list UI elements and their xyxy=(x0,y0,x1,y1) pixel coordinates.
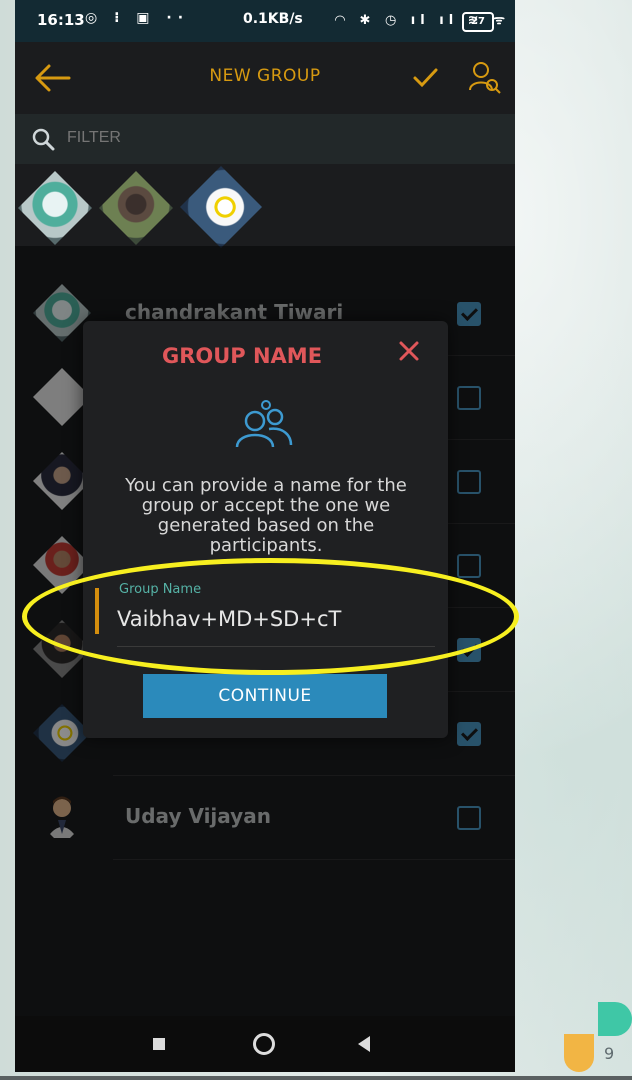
battery-icon: 27 xyxy=(462,12,494,32)
confirm-check-icon[interactable] xyxy=(410,62,440,92)
group-icon xyxy=(235,400,293,448)
app-header: NEW GROUP xyxy=(15,42,515,114)
filter-input[interactable] xyxy=(65,128,276,148)
slide-decoration xyxy=(564,1034,594,1072)
selected-participants xyxy=(15,166,515,248)
slide-decoration xyxy=(598,1002,632,1036)
network-speed: 0.1KB/s xyxy=(243,11,303,27)
dialog-title: GROUP NAME xyxy=(161,344,323,368)
close-icon[interactable] xyxy=(395,337,423,365)
slide-number: 9 xyxy=(604,1044,615,1063)
selected-avatar[interactable] xyxy=(18,171,92,245)
home-icon[interactable] xyxy=(253,1033,275,1055)
status-time: 16:13 xyxy=(37,11,85,29)
notification-icons: ◎ ⁝ ▣ ·· xyxy=(85,10,190,26)
dialog-description: You can provide a name for the group or … xyxy=(125,475,407,556)
recent-apps-icon[interactable] xyxy=(153,1038,165,1050)
page-title: NEW GROUP xyxy=(209,66,321,86)
slide-bottom-border xyxy=(0,1076,632,1080)
search-icon xyxy=(32,128,55,151)
selected-avatar[interactable] xyxy=(180,166,262,248)
nav-back-icon[interactable] xyxy=(358,1036,370,1052)
annotation-highlight-oval xyxy=(22,558,519,675)
group-name-dialog: GROUP NAME You can provide a name for th… xyxy=(83,321,448,738)
add-participant-icon[interactable] xyxy=(467,60,501,94)
status-bar: 16:13 ◎ ⁝ ▣ ·· 0.1KB/s ◠ ✱ ◷ ıl ıl ≋ ᯤ 2… xyxy=(15,0,515,42)
filter-bar xyxy=(15,114,515,164)
selected-avatar[interactable] xyxy=(99,171,173,245)
system-nav-bar xyxy=(15,1016,515,1072)
continue-button[interactable]: CONTINUE xyxy=(143,674,387,718)
